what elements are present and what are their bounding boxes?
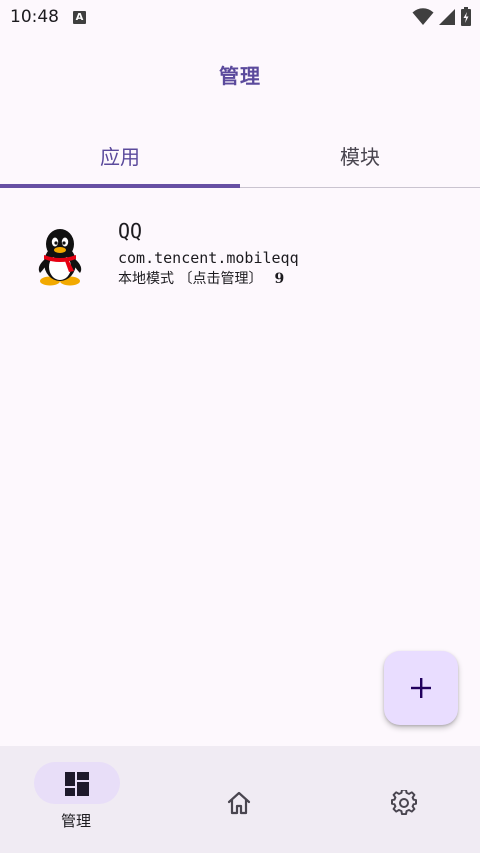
- settings-icon: [391, 790, 417, 815]
- app-meta: 本地模式 〔点击管理〕 9: [118, 269, 299, 289]
- bottom-navigation: 管理: [0, 746, 480, 853]
- dashboard-icon: [65, 772, 89, 796]
- add-fab-button[interactable]: [384, 651, 458, 725]
- app-module-count: 9: [274, 271, 285, 287]
- tab-modules[interactable]: 模块: [240, 124, 480, 187]
- status-time: 10:48: [10, 7, 59, 27]
- nav-label-manage: 管理: [60, 812, 91, 830]
- tab-apps[interactable]: 应用: [0, 124, 240, 188]
- nav-item-home[interactable]: [160, 762, 320, 842]
- wifi-icon: [412, 8, 434, 25]
- tab-row: 应用 模块: [0, 124, 480, 188]
- nav-item-settings[interactable]: [320, 762, 480, 842]
- app-info: QQ com.tencent.mobileqq 本地模式 〔点击管理〕 9: [118, 218, 299, 289]
- page-title: 管理: [219, 63, 261, 88]
- status-icons: [412, 7, 472, 27]
- nav-item-manage[interactable]: 管理: [0, 762, 160, 842]
- plus-icon: [411, 678, 431, 698]
- qq-penguin-icon: [38, 229, 82, 286]
- app-mode: 本地模式 〔点击管理〕: [118, 271, 263, 287]
- notification-icon: A: [73, 10, 86, 24]
- battery-icon: [461, 7, 471, 26]
- signal-icon: [439, 9, 455, 25]
- status-bar: 10:48 A: [0, 0, 480, 34]
- app-list-item[interactable]: QQ com.tencent.mobileqq 本地模式 〔点击管理〕 9: [0, 210, 480, 306]
- top-app-bar: 管理: [0, 50, 480, 98]
- app-package-name: com.tencent.mobileqq: [118, 249, 299, 267]
- home-icon: [227, 791, 251, 815]
- app-name: QQ: [118, 219, 143, 243]
